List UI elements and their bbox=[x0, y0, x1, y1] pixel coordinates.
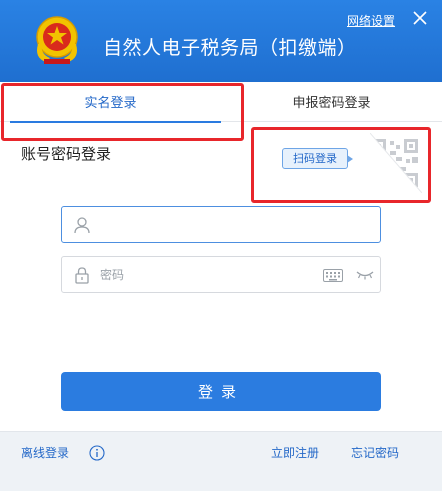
username-field bbox=[61, 206, 381, 243]
forgot-password-link[interactable]: 忘记密码 bbox=[351, 444, 399, 461]
login-button[interactable]: 登录 bbox=[61, 372, 381, 411]
eye-closed-icon[interactable] bbox=[356, 270, 374, 280]
app-title: 自然人电子税务局（扣缴端） bbox=[103, 37, 357, 59]
qr-code-icon[interactable] bbox=[370, 133, 422, 193]
register-link[interactable]: 立即注册 bbox=[271, 444, 319, 461]
close-icon[interactable] bbox=[412, 10, 428, 26]
password-field bbox=[61, 256, 381, 293]
china-tax-emblem-icon bbox=[36, 16, 78, 64]
lock-icon bbox=[75, 267, 89, 284]
scan-login-button[interactable]: 扫码登录 bbox=[282, 148, 353, 169]
user-icon bbox=[74, 217, 90, 234]
keyboard-icon[interactable] bbox=[323, 269, 343, 282]
footer-bar: 离线登录 立即注册 忘记密码 bbox=[0, 431, 442, 491]
offline-login-link[interactable]: 离线登录 bbox=[21, 444, 69, 461]
username-input[interactable] bbox=[100, 213, 340, 237]
login-mode-title: 账号密码登录 bbox=[21, 145, 112, 163]
network-settings-link[interactable]: 网络设置 bbox=[347, 12, 395, 29]
title-bar: 自然人电子税务局（扣缴端） 网络设置 bbox=[0, 0, 442, 82]
login-tabs: 实名登录 申报密码登录 bbox=[0, 82, 442, 123]
tab-declaration-password-login[interactable]: 申报密码登录 bbox=[221, 82, 442, 122]
password-input[interactable] bbox=[100, 263, 340, 287]
info-icon[interactable] bbox=[89, 445, 105, 461]
tab-real-name-login[interactable]: 实名登录 bbox=[0, 82, 221, 123]
